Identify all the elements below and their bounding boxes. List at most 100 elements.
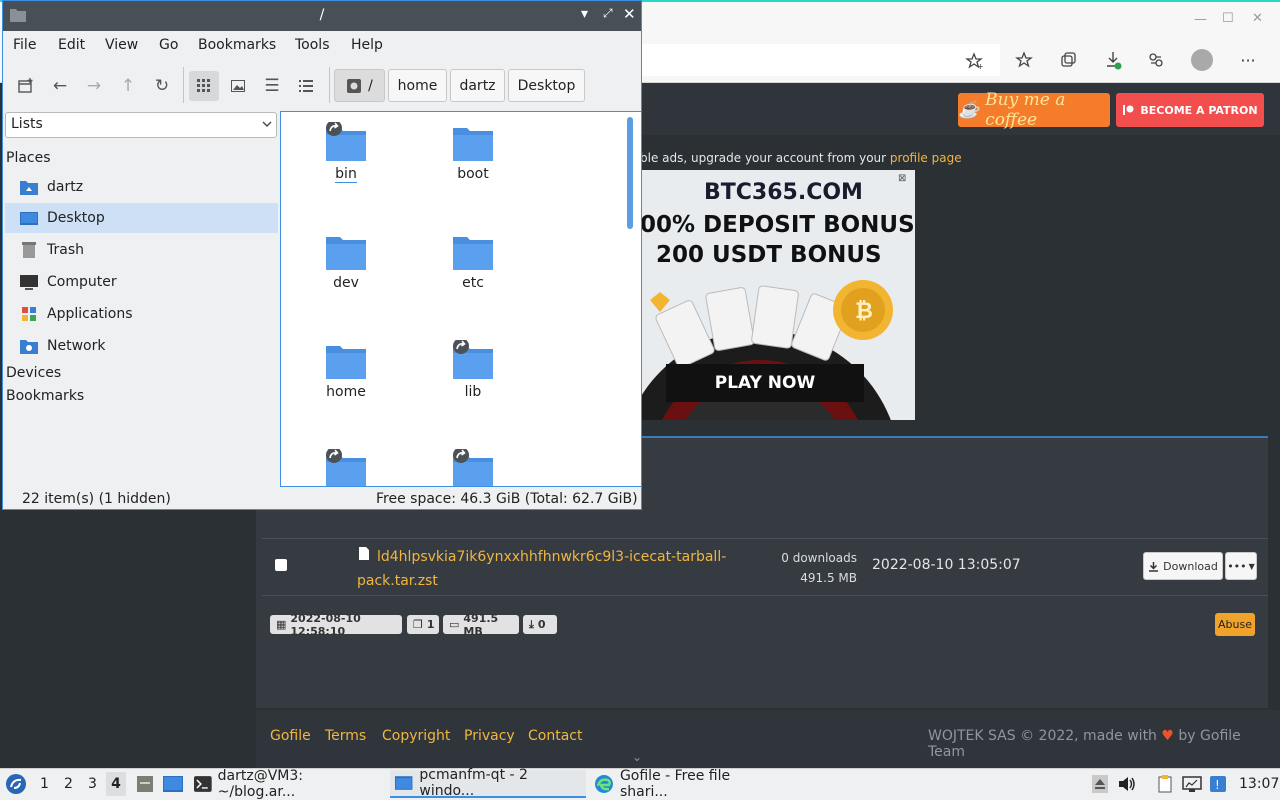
total-size-text: 491.5 MB: [463, 611, 499, 638]
downloads-icon[interactable]: [1099, 46, 1127, 74]
workspace-4-active[interactable]: 4: [106, 772, 126, 796]
footer-link-privacy[interactable]: Privacy: [464, 728, 515, 744]
file-more-options-button[interactable]: ••• ▼: [1225, 552, 1257, 580]
extensions-icon[interactable]: [1142, 46, 1170, 74]
footer-copyright: WOJTEK SAS © 2022, made with ♥ by Gofile…: [928, 728, 1280, 760]
profile-page-link[interactable]: profile page: [890, 151, 962, 165]
menu-view[interactable]: View: [105, 37, 138, 53]
workspace-3[interactable]: 3: [88, 776, 97, 792]
menu-tools[interactable]: Tools: [295, 37, 330, 53]
folder-item[interactable]: [291, 441, 401, 486]
folder-item-lib[interactable]: lib: [418, 332, 528, 412]
browser-minimize-button[interactable]: —: [1194, 12, 1207, 27]
eject-icon[interactable]: [1092, 775, 1108, 793]
folder-symlink-icon: [453, 340, 493, 379]
task-file-manager[interactable]: pcmanfm-qt - 2 windo...: [390, 767, 586, 799]
become-patron-button[interactable]: BECOME A PATRON: [1116, 93, 1264, 127]
clock[interactable]: 13:07: [1239, 776, 1279, 792]
close-icon[interactable]: ✕: [623, 5, 636, 23]
bookmarks-section-header[interactable]: Bookmarks: [6, 388, 84, 404]
buy-me-a-coffee-button[interactable]: ☕ Buy me a coffee: [958, 90, 1110, 130]
folder-item-etc[interactable]: etc: [418, 223, 528, 303]
folder-label: home: [326, 384, 366, 400]
download-button[interactable]: Download: [1143, 552, 1223, 580]
path-crumb-desktop[interactable]: Desktop: [508, 69, 585, 102]
report-abuse-button[interactable]: Abuse: [1215, 613, 1255, 636]
folder-item-boot[interactable]: boot: [418, 114, 528, 194]
maximize-icon[interactable]: ⤢: [603, 6, 613, 21]
advertisement-banner[interactable]: ₿ BTC365.COM ⊠ 00% DEPOSIT BONUS 200 USD…: [640, 170, 915, 420]
file-view-area[interactable]: bin boot dev etc home lib: [280, 111, 642, 487]
footer-link-gofile[interactable]: Gofile: [270, 728, 311, 744]
sidebar-item-applications[interactable]: Applications: [5, 299, 278, 329]
footer-link-contact[interactable]: Contact: [528, 728, 582, 744]
task-terminal[interactable]: dartz@VM3: ~/blog.ar...: [190, 768, 386, 800]
footer-link-copyright[interactable]: Copyright: [382, 728, 450, 744]
file-cabinet-icon[interactable]: [135, 774, 155, 794]
places-section-header[interactable]: Places: [6, 150, 51, 166]
sidebar-item-computer[interactable]: Computer: [5, 267, 278, 297]
reload-icon[interactable]: ↻: [147, 71, 177, 101]
profile-avatar[interactable]: [1191, 49, 1213, 71]
menu-help[interactable]: Help: [351, 37, 383, 53]
ad-headline-1: 00% DEPOSIT BONUS: [640, 212, 915, 238]
file-view-scrollbar[interactable]: [627, 117, 633, 229]
folder-item-home[interactable]: home: [291, 332, 401, 412]
collections-icon[interactable]: [1054, 46, 1082, 74]
network-status-icon[interactable]: [1182, 775, 1202, 793]
side-pane-mode-select[interactable]: Lists: [5, 112, 277, 138]
chevron-down-icon[interactable]: ⌄: [632, 750, 642, 764]
file-name-link[interactable]: ld4hlpsvkia7ik6ynxxhhfhnwkr6c9l3-icecat-…: [357, 545, 757, 593]
sidebar-item-dartz[interactable]: dartz: [5, 172, 278, 202]
start-menu-icon[interactable]: [5, 773, 27, 795]
clipboard-icon[interactable]: [1156, 775, 1174, 793]
devices-section-header[interactable]: Devices: [6, 365, 61, 381]
file-select-checkbox[interactable]: [275, 559, 287, 571]
update-notifier-icon[interactable]: !: [1209, 775, 1227, 793]
thumbnail-view-icon[interactable]: [223, 71, 253, 101]
add-favorite-icon[interactable]: +: [960, 47, 988, 75]
menu-edit[interactable]: Edit: [58, 37, 85, 53]
browser-maximize-button[interactable]: ☐: [1222, 11, 1234, 26]
minimize-icon[interactable]: ▾: [581, 6, 588, 22]
back-arrow-icon[interactable]: ←: [45, 71, 75, 101]
volume-icon[interactable]: [1118, 776, 1136, 792]
sidebar-item-network[interactable]: Network: [5, 331, 278, 361]
folder-item[interactable]: [418, 441, 528, 486]
forward-arrow-icon[interactable]: →: [79, 71, 109, 101]
folder-item-bin[interactable]: bin: [291, 114, 401, 194]
footer-link-terms[interactable]: Terms: [325, 728, 366, 744]
sidebar-item-desktop[interactable]: Desktop: [5, 203, 278, 233]
ad-play-now-button[interactable]: PLAY NOW: [666, 364, 864, 402]
file-manager-titlebar[interactable]: / ▾ ⤢ ✕: [3, 1, 641, 31]
created-date-text: 2022-08-10 12:58:10: [290, 611, 361, 638]
new-tab-icon[interactable]: [11, 71, 41, 101]
side-pane-mode-value: Lists: [11, 116, 43, 132]
settings-more-icon[interactable]: ···: [1234, 46, 1262, 74]
edge-icon: [594, 775, 613, 793]
detailed-list-view-icon[interactable]: [291, 71, 321, 101]
icon-view-icon[interactable]: [189, 71, 219, 101]
folder-item-dev[interactable]: dev: [291, 223, 401, 303]
path-crumb-dartz[interactable]: dartz: [450, 69, 505, 102]
computer-icon: [19, 273, 39, 291]
path-root-button[interactable]: /: [334, 69, 385, 102]
download-count-badge: ⤓ 0: [523, 615, 557, 634]
workspace-2[interactable]: 2: [64, 776, 73, 792]
task-browser[interactable]: Gofile - Free file shari...: [590, 768, 786, 800]
workspace-1[interactable]: 1: [40, 776, 49, 792]
show-desktop-icon[interactable]: [162, 774, 184, 794]
path-crumb-home[interactable]: home: [388, 69, 447, 102]
sidebar-item-trash[interactable]: Trash: [5, 235, 278, 265]
compact-view-icon[interactable]: ☰: [257, 71, 287, 101]
favorites-icon[interactable]: [1010, 46, 1038, 74]
ads-note: ble ads, upgrade your account from your …: [640, 151, 962, 165]
menu-bookmarks[interactable]: Bookmarks: [198, 37, 276, 53]
menu-go[interactable]: Go: [159, 37, 178, 53]
browser-close-button[interactable]: ✕: [1252, 11, 1263, 26]
address-bar[interactable]: [640, 44, 1000, 76]
menu-file[interactable]: File: [13, 37, 36, 53]
desktop-icon: [19, 209, 39, 227]
up-arrow-icon[interactable]: ↑: [113, 71, 143, 101]
ad-close-icon[interactable]: ⊠: [898, 173, 906, 184]
